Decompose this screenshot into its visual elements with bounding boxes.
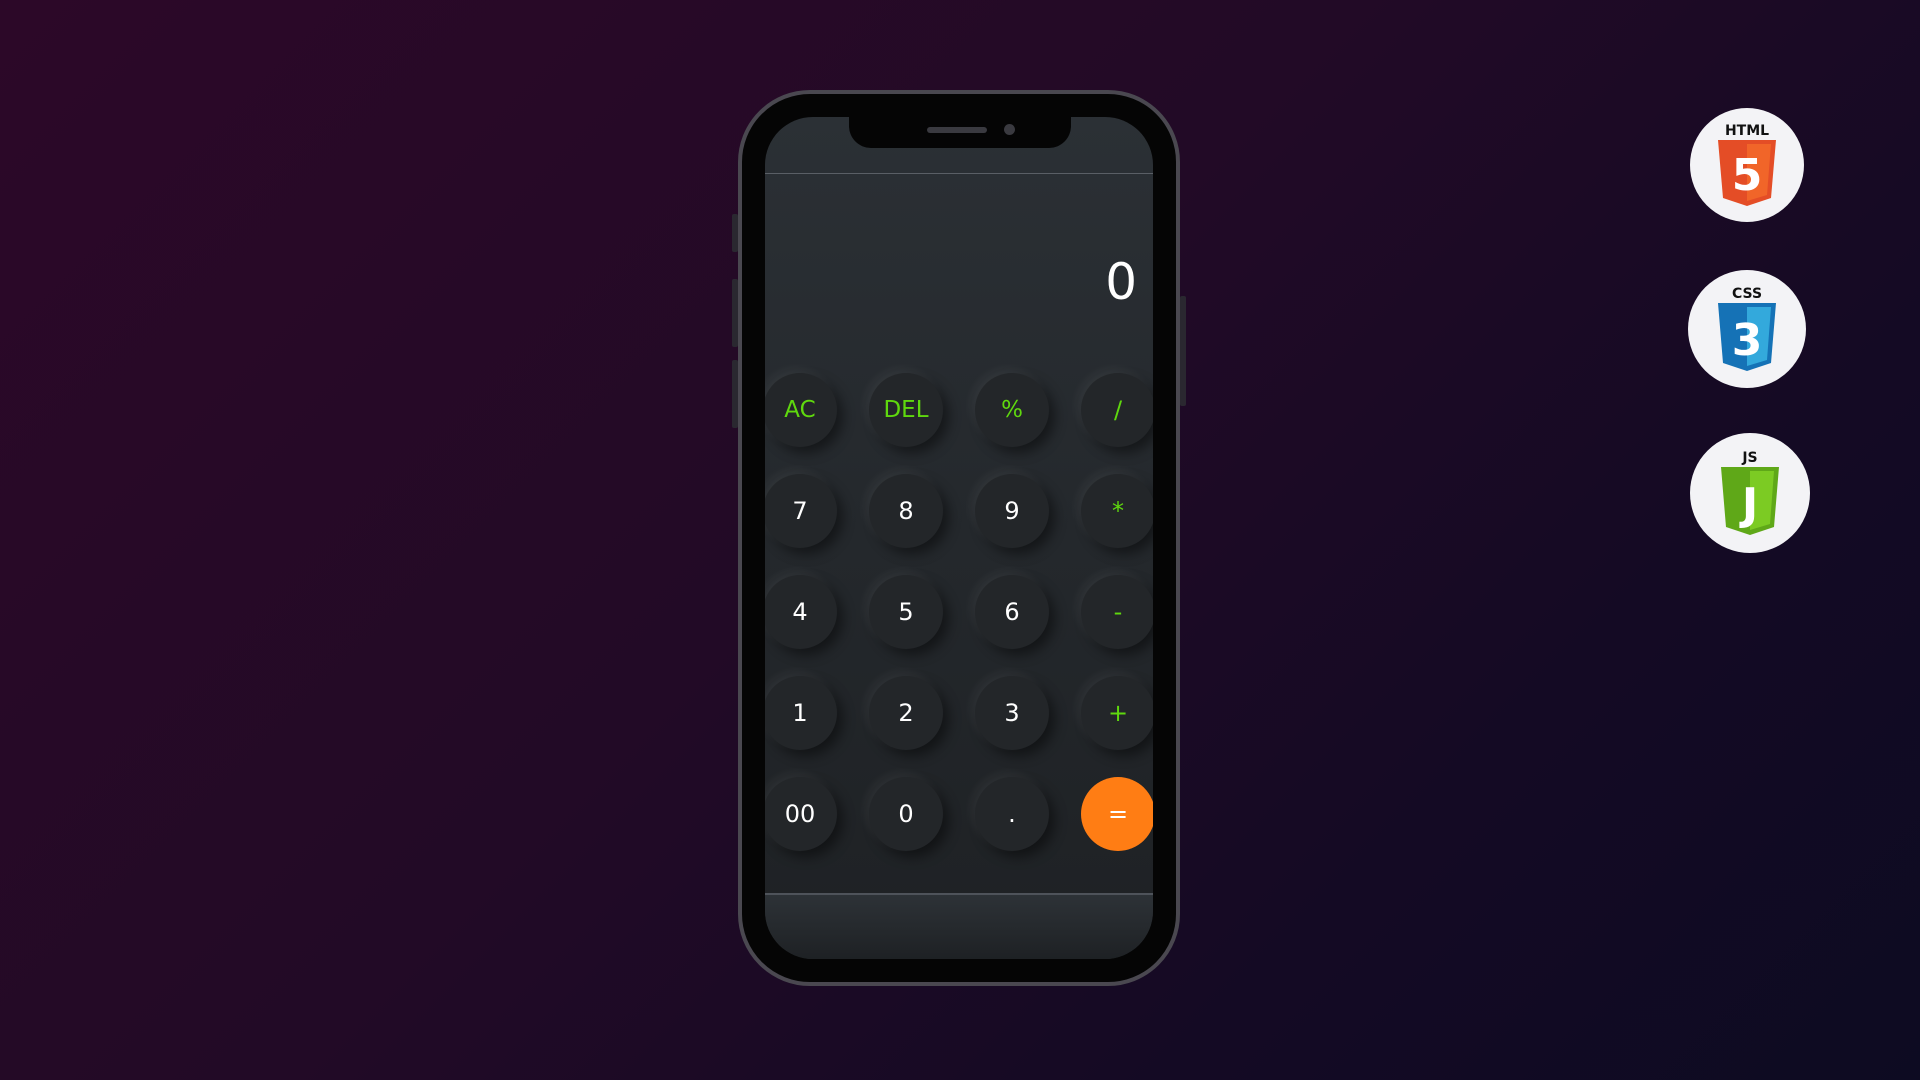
mute-switch <box>732 214 738 252</box>
equals-button[interactable]: = <box>1081 777 1153 851</box>
key-label: AC <box>784 397 816 423</box>
display-divider <box>765 173 1153 174</box>
subtract-button[interactable]: - <box>1081 575 1153 649</box>
key-label: 1 <box>792 699 808 727</box>
power-button <box>1180 296 1186 406</box>
key-label: 5 <box>898 598 914 626</box>
html5-label: HTML <box>1725 123 1769 139</box>
key-label: 4 <box>792 598 808 626</box>
digit-5-button[interactable]: 5 <box>869 575 943 649</box>
decimal-button[interactable]: . <box>975 777 1049 851</box>
key-label: = <box>1107 800 1129 828</box>
key-label: 9 <box>1004 497 1020 525</box>
key-label: / <box>1113 396 1123 424</box>
html5-badge: HTML 5 <box>1690 108 1804 222</box>
volume-up-button <box>732 279 738 347</box>
delete-button[interactable]: DEL <box>869 373 943 447</box>
multiply-button[interactable]: * <box>1081 474 1153 548</box>
digit-4-button[interactable]: 4 <box>765 575 837 649</box>
digit-6-button[interactable]: 6 <box>975 575 1049 649</box>
key-label: . <box>1008 800 1016 828</box>
percent-button[interactable]: % <box>975 373 1049 447</box>
key-label: 00 <box>784 800 816 828</box>
css3-number: 3 <box>1732 315 1763 366</box>
digit-3-button[interactable]: 3 <box>975 676 1049 750</box>
bottom-bar <box>765 895 1153 959</box>
add-button[interactable]: + <box>1081 676 1153 750</box>
css3-badge: CSS 3 <box>1688 270 1806 388</box>
phone-notch <box>849 117 1071 148</box>
speaker-icon <box>927 127 987 133</box>
key-label: 3 <box>1004 699 1020 727</box>
digit-1-button[interactable]: 1 <box>765 676 837 750</box>
double-zero-button[interactable]: 00 <box>765 777 837 851</box>
key-label: 2 <box>898 699 914 727</box>
volume-down-button <box>732 360 738 428</box>
key-label: % <box>1001 397 1023 423</box>
key-label: - <box>1113 598 1123 626</box>
html5-icon: HTML 5 <box>1718 123 1776 206</box>
css3-icon: CSS 3 <box>1718 286 1776 371</box>
key-label: + <box>1107 699 1129 727</box>
html5-number: 5 <box>1732 150 1763 201</box>
key-label: 8 <box>898 497 914 525</box>
phone-frame: 0 AC DEL%/7 8 9 * 4 5 6-1 2 3 +00 0. = <box>732 90 1186 986</box>
calculator-display: 0 <box>1105 253 1137 311</box>
javascript-icon: JS J <box>1721 450 1779 535</box>
divide-button[interactable]: / <box>1081 373 1153 447</box>
javascript-letter: J <box>1739 479 1758 530</box>
clear-button[interactable]: AC <box>765 373 837 447</box>
javascript-label: JS <box>1741 450 1757 466</box>
digit-9-button[interactable]: 9 <box>975 474 1049 548</box>
digit-7-button[interactable]: 7 <box>765 474 837 548</box>
calculator-screen: 0 AC DEL%/7 8 9 * 4 5 6-1 2 3 +00 0. = <box>765 117 1153 959</box>
digit-0-button[interactable]: 0 <box>869 777 943 851</box>
digit-8-button[interactable]: 8 <box>869 474 943 548</box>
key-label: 7 <box>792 497 808 525</box>
digit-2-button[interactable]: 2 <box>869 676 943 750</box>
key-label: 0 <box>898 800 914 828</box>
javascript-badge: JS J <box>1690 433 1810 553</box>
camera-icon <box>1004 124 1015 135</box>
css3-label: CSS <box>1732 286 1762 302</box>
keypad: AC DEL%/7 8 9 * 4 5 6-1 2 3 +00 0. = <box>765 373 1153 873</box>
key-label: * <box>1112 497 1124 525</box>
key-label: DEL <box>883 397 929 423</box>
key-label: 6 <box>1004 598 1020 626</box>
